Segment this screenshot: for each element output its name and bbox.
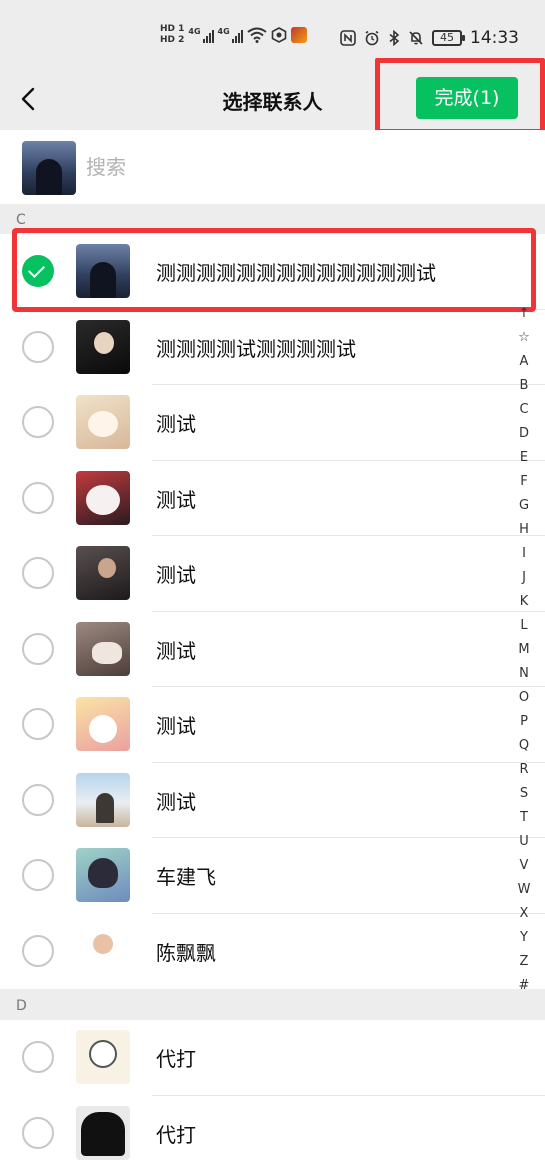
checkbox[interactable] <box>22 557 54 589</box>
index-letter[interactable]: C <box>512 398 536 422</box>
contact-row[interactable]: 测试 <box>0 687 545 763</box>
avatar <box>76 1105 130 1160</box>
contact-name: 测试 <box>156 487 196 512</box>
index-letter[interactable]: R <box>512 758 536 782</box>
game-app-icon <box>290 27 307 43</box>
contact-row[interactable]: 测测测测试测测测测试 <box>0 309 545 385</box>
status-right: 45 14:33 <box>340 28 519 48</box>
index-letter[interactable]: E <box>512 446 536 470</box>
avatar <box>76 1030 130 1084</box>
sim-badges: HD 1 HD 2 <box>160 24 184 46</box>
avatar <box>76 395 130 449</box>
avatar <box>76 923 130 978</box>
contact-list-c: 测测测测测测测测测测测测测试 测测测测试测测测测试 测试 测试 测试 测试 测试 <box>0 234 545 989</box>
signal-icon: 4G <box>188 27 214 43</box>
contact-name: 代打 <box>156 1122 196 1147</box>
index-letter[interactable]: N <box>512 662 536 686</box>
contact-name: 测试 <box>156 638 196 663</box>
avatar <box>76 697 130 751</box>
index-letter[interactable]: Q <box>512 734 536 758</box>
index-letter[interactable]: P <box>512 710 536 734</box>
index-letter[interactable]: U <box>512 830 536 854</box>
contact-row[interactable]: 代打 <box>0 1020 545 1096</box>
index-letter[interactable]: # <box>512 974 536 998</box>
contact-name: 测试 <box>156 563 196 587</box>
index-letter[interactable]: B <box>512 374 536 398</box>
contact-list-d: 代打 代打 <box>0 1020 545 1170</box>
index-letter[interactable]: K <box>512 590 536 614</box>
avatar <box>76 848 130 902</box>
wifi-icon <box>247 27 267 43</box>
index-letter[interactable]: ☆ <box>512 326 536 350</box>
hexagon-icon <box>271 27 286 43</box>
clock: 14:33 <box>470 28 519 48</box>
avatar <box>76 546 130 600</box>
checkbox[interactable] <box>22 330 54 363</box>
search-input[interactable] <box>86 150 386 184</box>
contact-row[interactable]: 测试 <box>0 762 545 838</box>
index-letter[interactable]: F <box>512 470 536 494</box>
contact-name: 代打 <box>156 1047 196 1071</box>
selected-contact-avatar[interactable] <box>22 141 76 195</box>
status-left: HD 1 HD 2 4G 4G <box>160 24 307 46</box>
checkbox[interactable] <box>22 632 54 665</box>
contact-row[interactable]: 车建飞 <box>0 838 545 914</box>
avatar <box>76 772 130 827</box>
index-letter[interactable]: H <box>512 518 536 542</box>
index-letter[interactable]: S <box>512 782 536 806</box>
checkbox[interactable] <box>22 859 54 891</box>
contact-row[interactable]: 测试 <box>0 536 545 612</box>
alarm-icon <box>365 30 379 46</box>
avatar <box>76 621 130 676</box>
battery-icon: 45 <box>432 30 465 46</box>
index-letter[interactable]: A <box>512 350 536 374</box>
index-letter[interactable]: J <box>512 566 536 590</box>
contact-row[interactable]: 测试 <box>0 460 545 536</box>
contact-name: 陈飘飘 <box>156 940 216 965</box>
index-letter[interactable]: O <box>512 686 536 710</box>
contact-name: 测试 <box>156 412 196 436</box>
checkbox[interactable] <box>22 1041 54 1073</box>
contact-name: 测试 <box>156 714 196 738</box>
index-letter[interactable]: D <box>512 422 536 446</box>
checkbox[interactable] <box>22 783 54 816</box>
index-letter[interactable]: V <box>512 854 536 878</box>
avatar <box>76 319 130 374</box>
contact-row[interactable]: 代打 <box>0 1095 545 1170</box>
index-letter[interactable]: Z <box>512 950 536 974</box>
index-letter[interactable]: M <box>512 638 536 662</box>
contact-name: 车建飞 <box>156 865 216 889</box>
sim2-label: HD 2 <box>160 35 185 45</box>
nfc-icon <box>340 30 356 46</box>
checkbox[interactable] <box>22 708 54 740</box>
highlight-box-done <box>375 58 545 134</box>
contact-row[interactable]: 测试 <box>0 385 545 461</box>
index-letter[interactable]: ↑ <box>512 302 536 326</box>
index-letter[interactable]: G <box>512 494 536 518</box>
signal-icon: 4G <box>218 27 243 43</box>
bluetooth-icon <box>389 30 400 46</box>
mute-bell-icon <box>409 31 423 45</box>
highlight-box-selected-row <box>12 228 536 312</box>
index-letter[interactable]: X <box>512 902 536 926</box>
index-letter[interactable]: I <box>512 542 536 566</box>
contact-row[interactable]: 测试 <box>0 611 545 687</box>
section-header: D <box>0 990 545 1020</box>
avatar <box>76 470 130 525</box>
index-letter[interactable]: Y <box>512 926 536 950</box>
contact-row[interactable]: 陈飘飘 <box>0 913 545 989</box>
checkbox[interactable] <box>22 1116 54 1149</box>
checkbox[interactable] <box>22 406 54 438</box>
index-letter[interactable]: T <box>512 806 536 830</box>
contact-name: 测试 <box>156 789 196 814</box>
checkbox[interactable] <box>22 481 54 514</box>
index-letter[interactable]: L <box>512 614 536 638</box>
search-bar <box>0 130 545 204</box>
contact-name: 测测测测试测测测测试 <box>156 336 356 361</box>
checkbox[interactable] <box>22 934 54 967</box>
alphabet-index-bar[interactable]: ↑ ☆ A B C D E F G H I J K L M N O P Q R S T U V W X Y Z # <box>512 302 536 998</box>
sim1-label: HD 1 <box>160 24 185 34</box>
index-letter[interactable]: W <box>512 878 536 902</box>
